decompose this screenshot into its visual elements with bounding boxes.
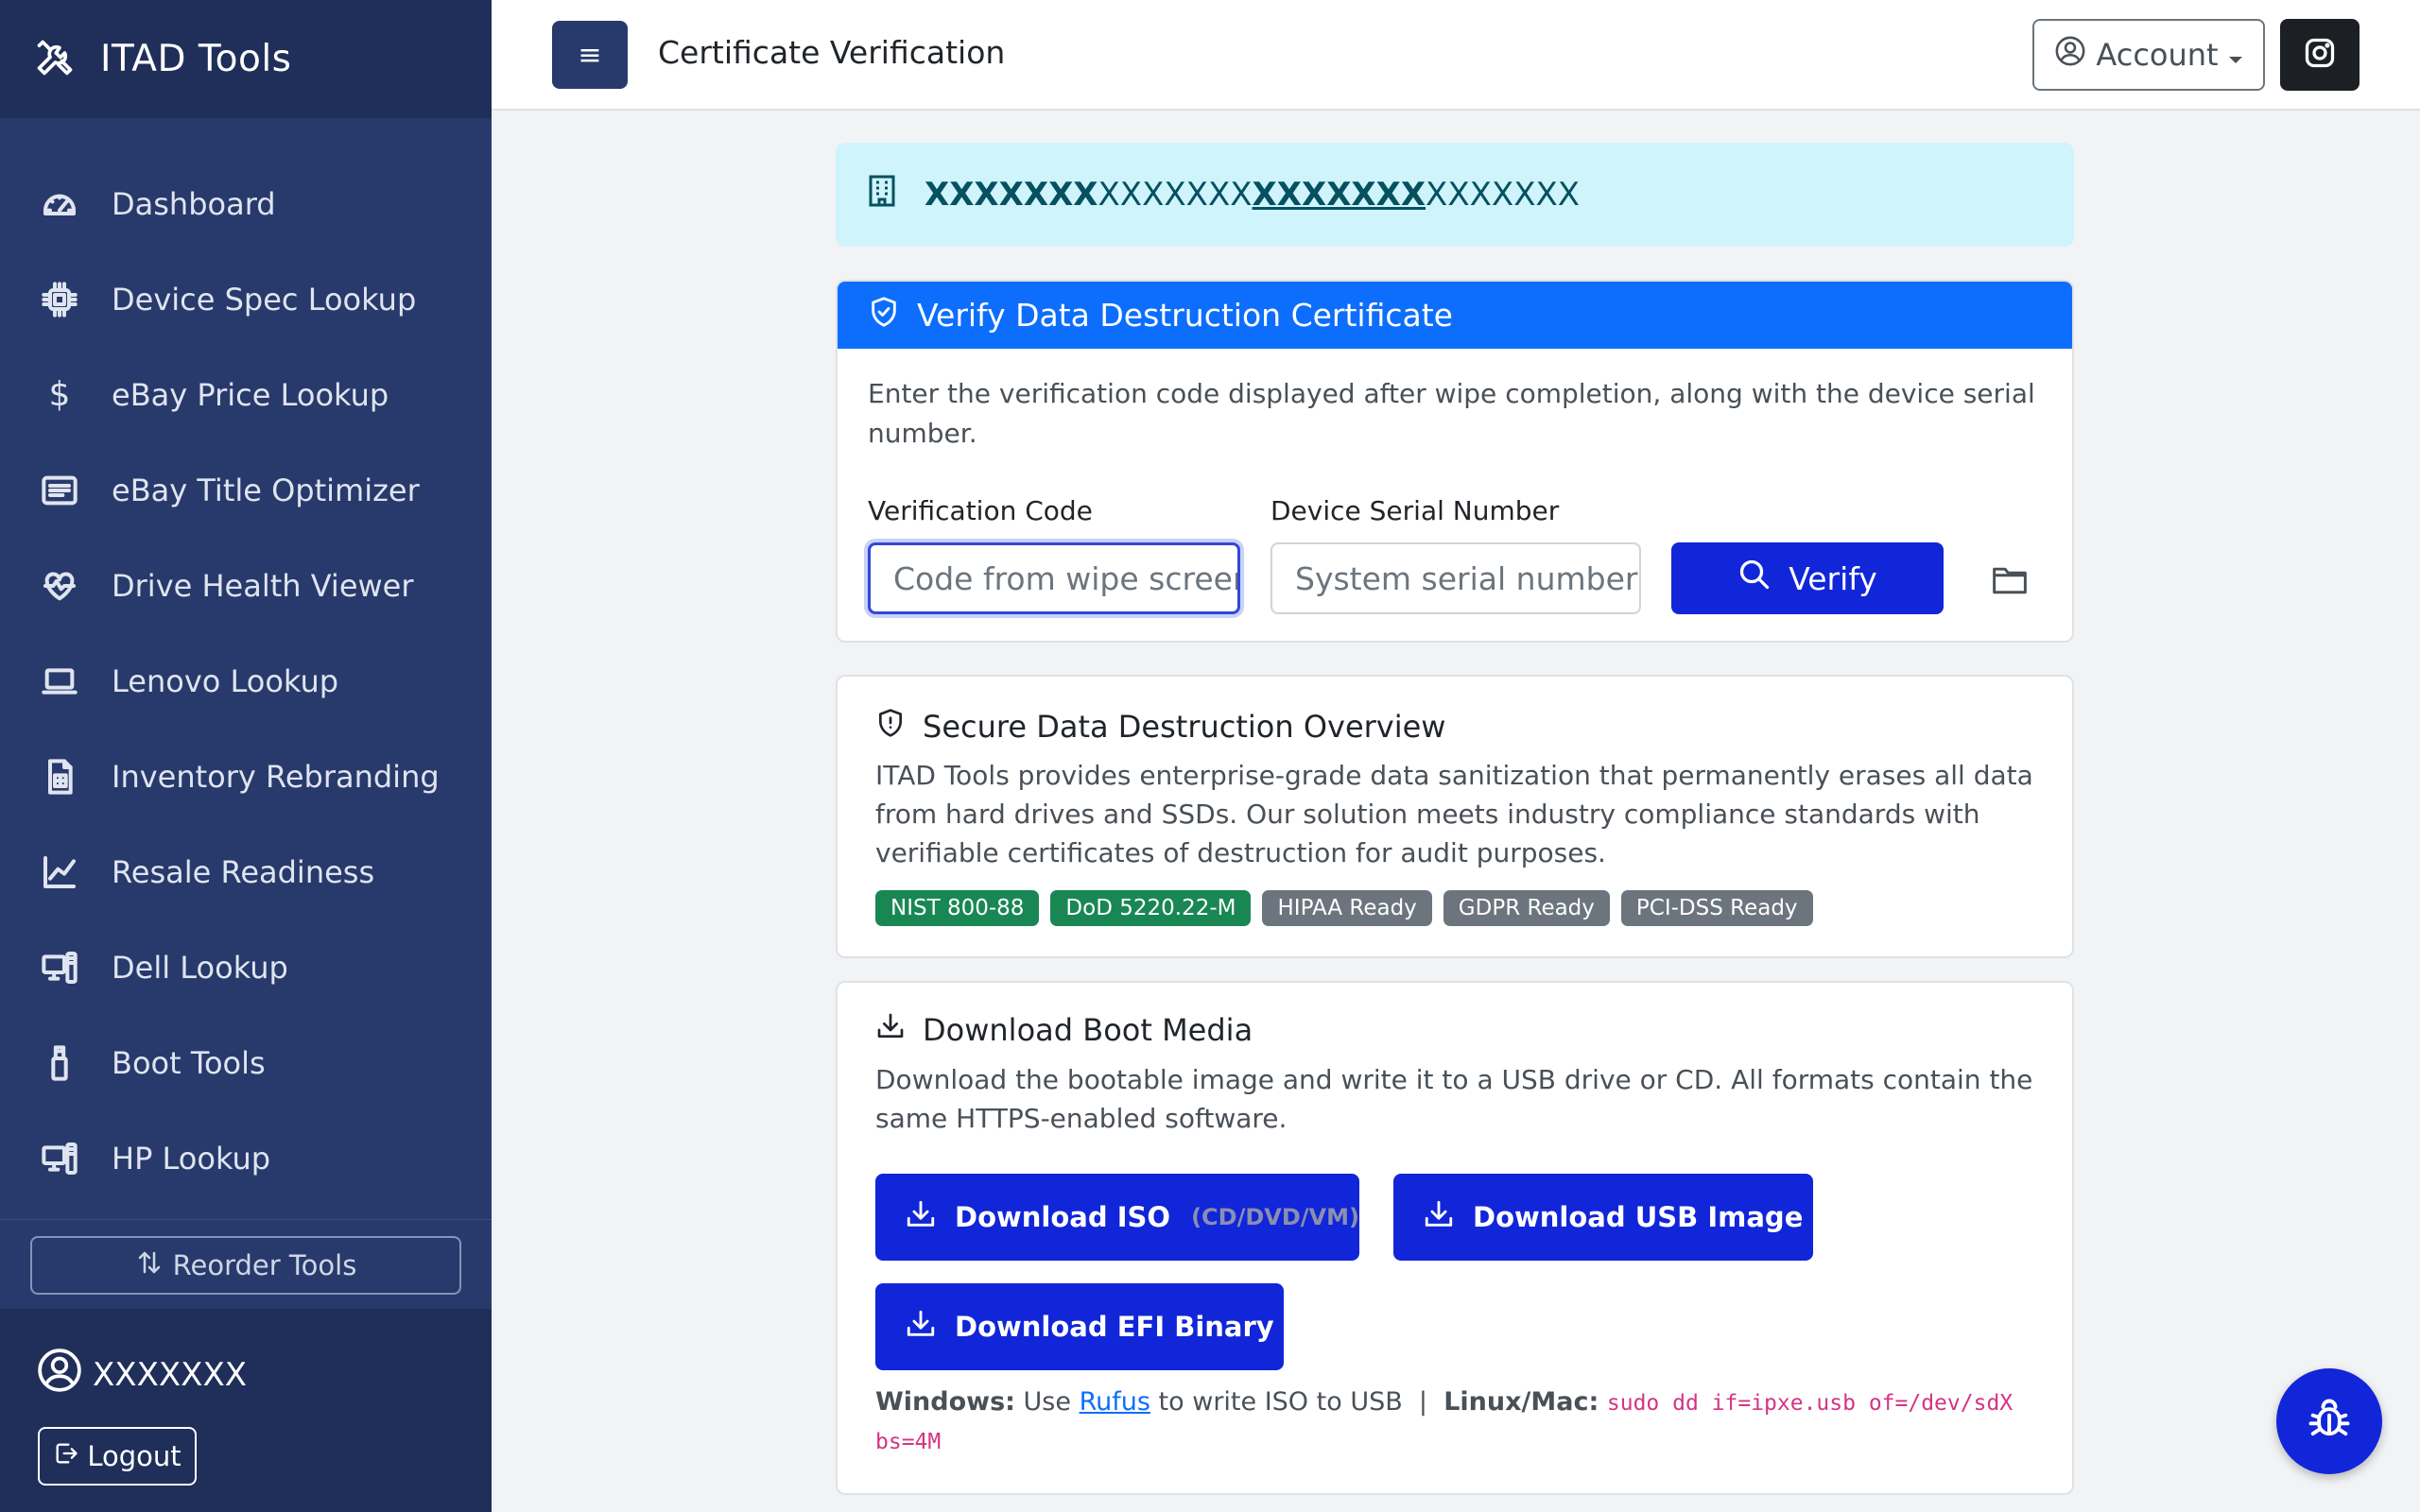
overview-title: Secure Data Destruction Overview xyxy=(875,707,1445,747)
sidebar-toggle-button[interactable]: ≡ xyxy=(552,21,628,89)
sidebar-item-label: Dell Lookup xyxy=(112,949,288,986)
card-text-icon xyxy=(40,471,79,510)
instagram-icon xyxy=(2303,36,2337,74)
person-circle-icon xyxy=(36,1347,83,1402)
sidebar-item-drive-health-viewer[interactable]: Drive Health Viewer xyxy=(0,538,492,633)
reorder-tools-button[interactable]: Reorder Tools xyxy=(30,1236,461,1295)
sidebar-item-label: Inventory Rebranding xyxy=(112,758,440,795)
status-badge: GDPR Ready xyxy=(1443,890,1610,926)
user-name: XXXXXXX xyxy=(93,1355,248,1394)
sidebar-item-lenovo-lookup[interactable]: Lenovo Lookup xyxy=(0,633,492,729)
sidebar-item-label: Device Spec Lookup xyxy=(112,281,417,318)
write-instructions: Windows: Use Rufus to write ISO to USB |… xyxy=(875,1387,2014,1454)
page-title: Certificate Verification xyxy=(658,34,1006,71)
logout-button[interactable]: Logout xyxy=(38,1427,197,1486)
sidebar-item-label: Boot Tools xyxy=(112,1044,266,1081)
overview-text: ITAD Tools provides enterprise-grade dat… xyxy=(875,760,2033,868)
verify-button[interactable]: Verify xyxy=(1671,542,1944,614)
alert-text: XXXXXXXXXXXXXXXXXXXXXXXXXXXX xyxy=(925,176,1581,214)
verify-description: Enter the verification code displayed af… xyxy=(868,378,2035,449)
status-badge: DoD 5220.22-M xyxy=(1050,890,1252,926)
receipt-icon xyxy=(40,757,79,797)
organization-alert: XXXXXXXXXXXXXXXXXXXXXXXXXXXX xyxy=(836,143,2074,247)
sidebar-item-label: Resale Readiness xyxy=(112,853,375,890)
sidebar-item-boot-tools[interactable]: Boot Tools xyxy=(0,1015,492,1110)
menu-icon: ≡ xyxy=(578,38,602,72)
logout-icon xyxy=(53,1440,79,1473)
verification-code-label: Verification Code xyxy=(868,495,1093,526)
laptop-icon xyxy=(40,662,79,701)
verification-code-input[interactable] xyxy=(868,542,1240,614)
sidebar-divider xyxy=(0,1219,492,1220)
sidebar-item-ebay-title-optimizer[interactable]: eBay Title Optimizer xyxy=(0,442,492,538)
building-icon xyxy=(868,174,896,216)
user-info: XXXXXXX xyxy=(36,1347,247,1402)
status-badge: NIST 800-88 xyxy=(875,890,1040,926)
tools-icon xyxy=(34,37,76,82)
usb-drive-icon xyxy=(40,1043,79,1083)
pc-display-icon xyxy=(40,948,79,988)
heart-pulse-icon xyxy=(40,566,79,606)
topbar: ≡ Certificate Verification Account xyxy=(492,0,2420,111)
download-iso-button[interactable]: Download ISO (CD/DVD/VM) xyxy=(875,1174,1359,1261)
sidebar-item-hp-lookup[interactable]: HP Lookup xyxy=(0,1110,492,1206)
sidebar: ITAD Tools Dashboard Device Spec Lookup … xyxy=(0,0,492,1512)
account-dropdown-button[interactable]: Account xyxy=(2032,19,2265,91)
download-icon xyxy=(875,1011,906,1049)
rufus-link[interactable]: Rufus xyxy=(1080,1387,1150,1417)
overview-card: Secure Data Destruction Overview ITAD To… xyxy=(836,675,2074,958)
sidebar-item-inventory-rebranding[interactable]: Inventory Rebranding xyxy=(0,729,492,824)
sidebar-item-dashboard[interactable]: Dashboard xyxy=(0,156,492,251)
folder-icon[interactable] xyxy=(1991,561,2029,599)
instagram-button[interactable] xyxy=(2280,19,2360,91)
sidebar-item-resale-readiness[interactable]: Resale Readiness xyxy=(0,824,492,919)
download-title: Download Boot Media xyxy=(875,1011,1253,1049)
sidebar-item-label: eBay Price Lookup xyxy=(112,376,389,413)
caret-down-icon xyxy=(2228,37,2243,73)
graph-up-icon xyxy=(40,852,79,892)
sidebar-item-label: eBay Title Optimizer xyxy=(112,472,420,508)
compliance-badges: NIST 800-88 DoD 5220.22-M HIPAA Ready GD… xyxy=(875,890,1813,926)
arrow-down-up-icon xyxy=(135,1248,164,1283)
bug-icon xyxy=(2305,1395,2354,1448)
speedometer-icon xyxy=(40,184,79,224)
download-icon xyxy=(904,1308,938,1347)
verify-card-header: Verify Data Destruction Certificate xyxy=(838,282,2072,349)
sidebar-item-label: HP Lookup xyxy=(112,1140,271,1177)
status-badge: HIPAA Ready xyxy=(1262,890,1432,926)
shield-check-icon xyxy=(868,296,900,335)
cpu-icon xyxy=(40,280,79,319)
download-icon xyxy=(904,1198,938,1237)
sidebar-nav: Dashboard Device Spec Lookup $ eBay Pric… xyxy=(0,118,492,1206)
search-icon xyxy=(1737,558,1772,599)
brand-title: ITAD Tools xyxy=(100,38,292,80)
download-icon xyxy=(1422,1198,1456,1237)
download-usb-button[interactable]: Download USB Image xyxy=(1393,1174,1813,1261)
sidebar-item-label: Dashboard xyxy=(112,185,276,222)
device-serial-label: Device Serial Number xyxy=(1270,495,1560,526)
pc-display-icon xyxy=(40,1139,79,1178)
download-text: Download the bootable image and write it… xyxy=(875,1064,2033,1134)
download-card: Download Boot Media Download the bootabl… xyxy=(836,981,2074,1495)
verify-certificate-card: Verify Data Destruction Certificate Ente… xyxy=(836,280,2074,643)
user-panel: XXXXXXX Logout xyxy=(0,1309,492,1512)
bug-report-button[interactable] xyxy=(2276,1368,2382,1474)
alert-link[interactable]: XXXXXXX xyxy=(1253,176,1426,214)
dollar-icon: $ xyxy=(48,375,71,414)
brand[interactable]: ITAD Tools xyxy=(0,0,492,118)
sidebar-item-device-spec-lookup[interactable]: Device Spec Lookup xyxy=(0,251,492,347)
sidebar-item-label: Lenovo Lookup xyxy=(112,662,339,699)
device-serial-input[interactable] xyxy=(1270,542,1641,614)
download-efi-button[interactable]: Download EFI Binary xyxy=(875,1283,1284,1370)
status-badge: PCI-DSS Ready xyxy=(1620,890,1813,926)
iso-format-note: (CD/DVD/VM) xyxy=(1191,1204,1359,1230)
sidebar-item-label: Drive Health Viewer xyxy=(112,567,414,604)
sidebar-item-ebay-price-lookup[interactable]: $ eBay Price Lookup xyxy=(0,347,492,442)
sidebar-item-dell-lookup[interactable]: Dell Lookup xyxy=(0,919,492,1015)
shield-icon xyxy=(875,707,906,747)
person-circle-icon xyxy=(2054,35,2086,75)
